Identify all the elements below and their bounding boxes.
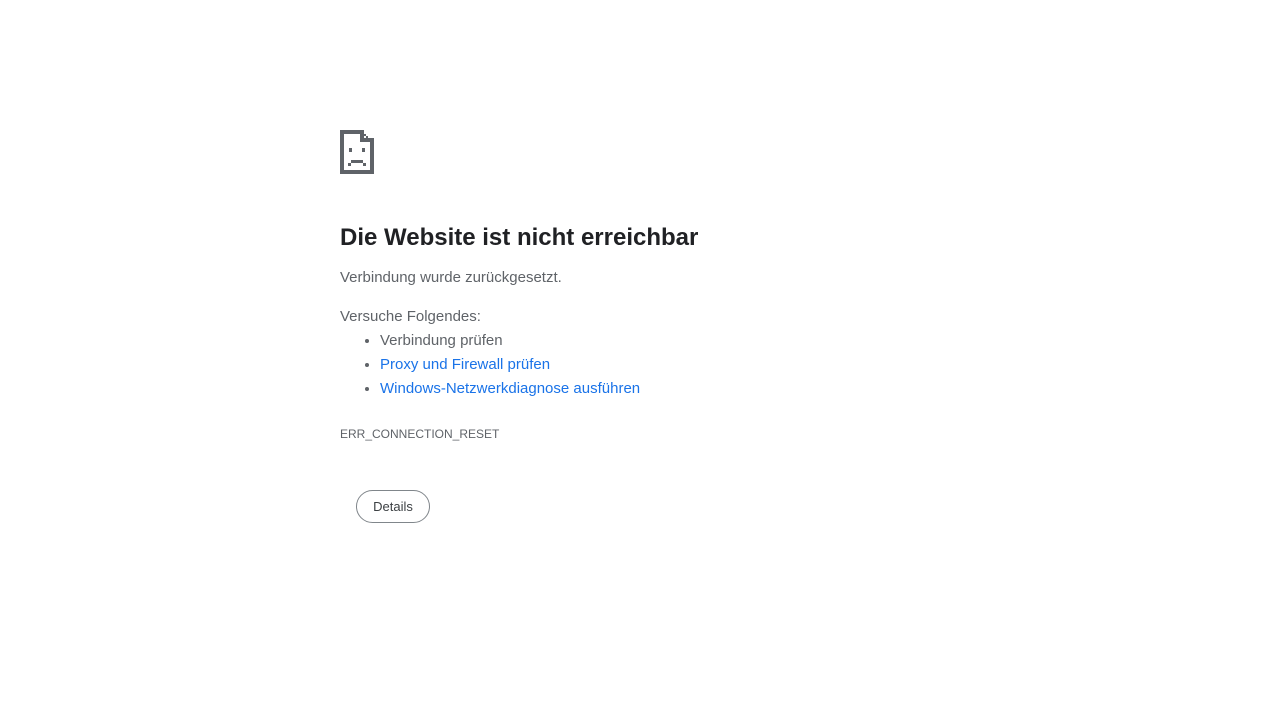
suggestions-list: Verbindung prüfen Proxy und Firewall prü… — [340, 329, 940, 401]
page-title: Die Website ist nicht erreichbar — [340, 224, 699, 251]
proxy-firewall-link[interactable]: Proxy und Firewall prüfen — [380, 356, 550, 373]
suggestion-item-check-connection: Verbindung prüfen — [380, 329, 940, 353]
suggestion-item-proxy-firewall: Proxy und Firewall prüfen — [380, 353, 940, 377]
error-code: ERR_CONNECTION_RESET — [340, 427, 500, 441]
suggestions-heading: Versuche Folgendes: — [340, 308, 481, 325]
error-page: Die Website ist nicht erreichbar Verbind… — [0, 0, 1280, 720]
network-diagnostics-link[interactable]: Windows-Netzwerkdiagnose ausführen — [380, 380, 640, 397]
suggestion-check-connection-text: Verbindung prüfen — [380, 332, 503, 349]
sad-page-icon — [340, 130, 374, 174]
error-summary: Verbindung wurde zurückgesetzt. — [340, 269, 562, 286]
error-content: Die Website ist nicht erreichbar Verbind… — [340, 130, 940, 442]
details-button[interactable]: Details — [356, 490, 430, 523]
suggestion-item-network-diagnostics: Windows-Netzwerkdiagnose ausführen — [380, 377, 940, 401]
